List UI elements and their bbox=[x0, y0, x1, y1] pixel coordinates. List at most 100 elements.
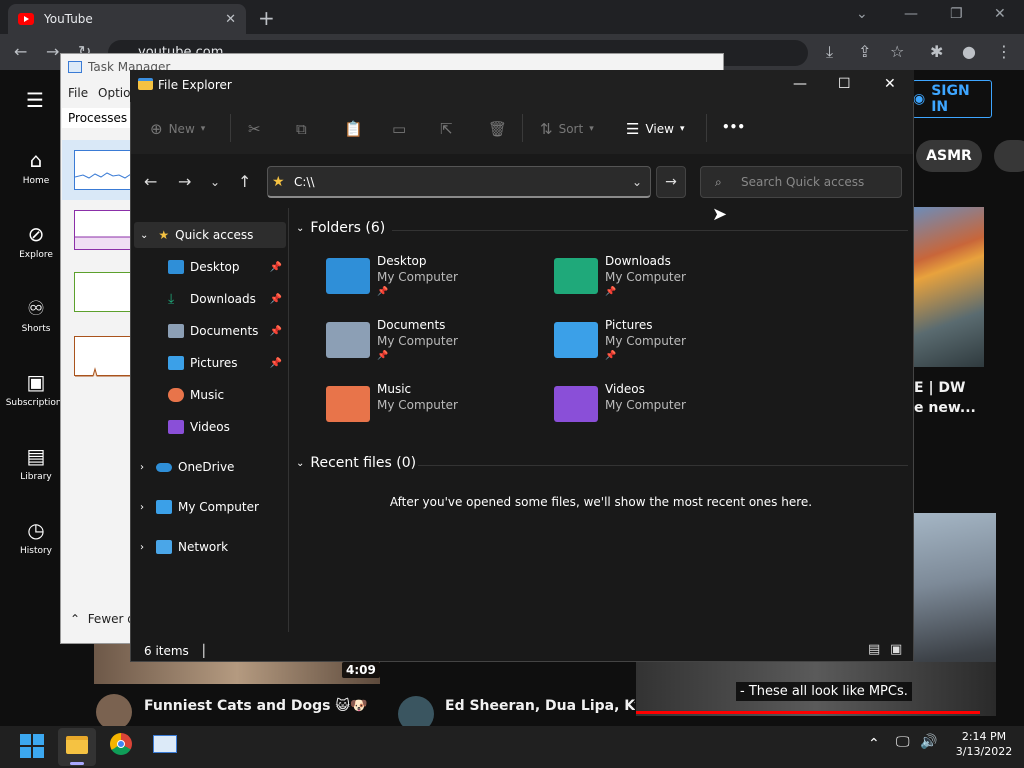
new-tab-icon[interactable]: + bbox=[258, 6, 275, 30]
view-list-icon: ☰ bbox=[626, 120, 640, 138]
explorer-minimize-icon[interactable]: — bbox=[793, 76, 807, 92]
hamburger-menu-icon[interactable]: ☰ bbox=[26, 88, 44, 112]
forward-icon[interactable]: → bbox=[46, 42, 59, 61]
sidebar-item-documents[interactable]: Documents 📌 bbox=[168, 318, 288, 344]
mouse-cursor-icon: ➤ bbox=[712, 204, 728, 225]
sidebar-item-downloads[interactable]: ⤓ Downloads 📌 bbox=[168, 286, 288, 312]
start-windows-icon[interactable] bbox=[20, 734, 44, 758]
music-folder-icon bbox=[326, 386, 370, 422]
folder-tile-desktop[interactable]: Desktop My Computer 📌 bbox=[326, 254, 546, 306]
chip-next[interactable] bbox=[994, 140, 1024, 172]
task-manager-taskbar-icon[interactable] bbox=[153, 735, 177, 753]
explorer-close-icon[interactable]: ✕ bbox=[884, 76, 896, 92]
sidebar-item-pictures[interactable]: Pictures 📌 bbox=[168, 350, 288, 376]
chip-asmr[interactable]: ASMR bbox=[916, 140, 982, 172]
large-icons-view-icon[interactable]: ▣ bbox=[890, 642, 902, 657]
chevron-right-icon: › bbox=[140, 461, 144, 473]
close-tab-icon[interactable]: ✕ bbox=[225, 12, 236, 27]
desktop-icon bbox=[168, 260, 184, 274]
fewer-details-button[interactable]: ⌃ Fewer d bbox=[70, 612, 135, 626]
tab-processes[interactable]: Processes bbox=[62, 108, 130, 128]
bookmark-star-icon[interactable]: ☆ bbox=[890, 42, 904, 61]
memory-graph[interactable] bbox=[74, 210, 132, 250]
minimize-icon[interactable]: — bbox=[904, 6, 918, 22]
paste-icon[interactable]: 📋 bbox=[344, 120, 363, 138]
tab-search-icon[interactable]: ⌄ bbox=[856, 6, 868, 22]
menu-options[interactable]: Optio bbox=[98, 86, 130, 100]
video-progress-bar[interactable] bbox=[636, 711, 980, 714]
sidebar-item-desktop[interactable]: Desktop 📌 bbox=[168, 254, 288, 280]
disk-graph[interactable] bbox=[74, 272, 132, 312]
share-icon[interactable]: ⇪ bbox=[858, 42, 871, 61]
folders-header[interactable]: ⌄ Folders (6) bbox=[296, 220, 385, 236]
view-button[interactable]: ☰ View ▾ bbox=[626, 120, 684, 138]
new-button[interactable]: ⊕ New ▾ bbox=[150, 120, 205, 138]
folder-tile-videos[interactable]: Videos My Computer bbox=[554, 382, 774, 426]
channel-avatar[interactable] bbox=[96, 694, 132, 730]
folder-tile-pictures[interactable]: Pictures My Computer 📌 bbox=[554, 318, 774, 370]
sidebar-item-videos[interactable]: Videos bbox=[168, 414, 288, 440]
copy-icon[interactable]: ⧉ bbox=[296, 120, 307, 138]
back-icon[interactable]: ← bbox=[144, 172, 157, 191]
plus-circle-icon: ⊕ bbox=[150, 120, 163, 138]
menu-file[interactable]: File bbox=[68, 86, 88, 100]
sidebar-item-my-computer[interactable]: › My Computer bbox=[140, 494, 288, 520]
search-input[interactable]: ⌕ Search Quick access bbox=[700, 166, 902, 198]
video-title[interactable]: Funniest Cats and Dogs 😺🐶 bbox=[144, 698, 367, 714]
recent-locations-chevron-icon[interactable]: ⌄ bbox=[210, 175, 220, 189]
restore-icon[interactable]: ❐ bbox=[950, 6, 963, 22]
address-input[interactable]: ★ C:\\ ⌄ bbox=[267, 166, 651, 198]
explorer-maximize-icon[interactable]: ☐ bbox=[838, 76, 851, 92]
sidebar-item-network[interactable]: › Network bbox=[140, 534, 288, 560]
delete-icon[interactable]: 🗑 bbox=[488, 120, 507, 138]
video-title[interactable]: Ed Sheeran, Dua Lipa, Kygo, Av bbox=[445, 698, 635, 714]
desktop-folder-icon bbox=[326, 258, 370, 294]
documents-folder-icon bbox=[326, 322, 370, 358]
details-view-icon[interactable]: ▤ bbox=[868, 642, 880, 657]
folder-tile-music[interactable]: Music My Computer bbox=[326, 382, 546, 426]
video-caption: - These all look like MPCs. bbox=[736, 682, 912, 701]
folder-tile-downloads[interactable]: Downloads My Computer 📌 bbox=[554, 254, 774, 306]
network-graph[interactable] bbox=[74, 336, 132, 377]
item-count: 6 items │ bbox=[144, 644, 208, 658]
pin-icon: 📌 bbox=[605, 351, 617, 361]
back-icon[interactable]: ← bbox=[14, 42, 27, 61]
pin-icon: 📌 bbox=[605, 287, 617, 297]
sidebar-item-music[interactable]: Music bbox=[168, 382, 288, 408]
forward-icon[interactable]: → bbox=[178, 172, 191, 191]
extensions-icon[interactable]: ✱ bbox=[930, 42, 943, 61]
sidebar-item-quick-access[interactable]: ⌄ ★ Quick access bbox=[134, 222, 286, 248]
recent-files-header[interactable]: ⌄ Recent files (0) bbox=[296, 455, 416, 471]
sidebar-item-onedrive[interactable]: › OneDrive bbox=[140, 454, 288, 480]
date: 3/13/2022 bbox=[955, 745, 1013, 758]
sort-button[interactable]: ⇅ Sort ▾ bbox=[540, 120, 594, 138]
show-hidden-icons-chevron-icon[interactable]: ⌃ bbox=[868, 736, 880, 752]
chevron-right-icon: › bbox=[140, 541, 144, 553]
search-icon: ⌕ bbox=[715, 174, 722, 189]
rename-icon[interactable]: ▭ bbox=[392, 120, 406, 138]
see-more-button[interactable]: ••• bbox=[722, 120, 745, 134]
up-icon[interactable]: ↑ bbox=[238, 172, 251, 191]
sign-in-button[interactable]: ◉ SIGN IN bbox=[912, 80, 992, 118]
pin-icon: 📌 bbox=[269, 357, 282, 369]
video-thumbnail[interactable] bbox=[912, 207, 984, 367]
address-dropdown-icon[interactable]: ⌄ bbox=[632, 175, 642, 189]
video-title-fragment[interactable]: E | DW bbox=[914, 380, 966, 396]
clock[interactable]: 2:14 PM 3/13/2022 bbox=[948, 730, 1020, 758]
browser-tab-youtube[interactable]: YouTube ✕ bbox=[8, 4, 246, 34]
install-icon[interactable]: ⤓ bbox=[826, 42, 833, 62]
active-indicator bbox=[70, 762, 84, 765]
volume-icon[interactable]: 🔊 bbox=[920, 734, 937, 750]
cut-icon[interactable]: ✂ bbox=[248, 120, 261, 138]
file-explorer-icon bbox=[66, 736, 88, 754]
network-status-icon[interactable]: 🖵 bbox=[896, 734, 910, 750]
profile-icon[interactable]: ● bbox=[962, 42, 976, 61]
star-icon: ★ bbox=[272, 173, 285, 190]
pin-icon: 📌 bbox=[269, 261, 282, 273]
video-title-fragment[interactable]: e new... bbox=[914, 400, 976, 416]
go-arrow-icon[interactable]: → bbox=[656, 166, 686, 198]
close-window-icon[interactable]: ✕ bbox=[994, 6, 1006, 22]
folder-tile-documents[interactable]: Documents My Computer 📌 bbox=[326, 318, 546, 370]
share-icon[interactable]: ⇱ bbox=[440, 120, 453, 138]
menu-kebab-icon[interactable]: ⋮ bbox=[996, 42, 1012, 61]
